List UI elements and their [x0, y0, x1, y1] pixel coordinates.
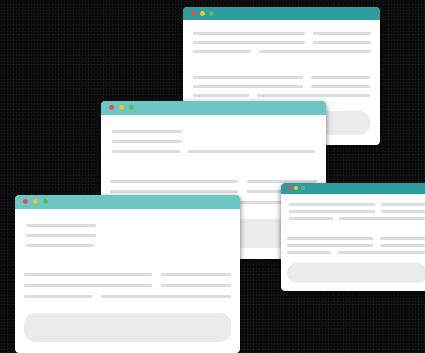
placeholder-line	[313, 41, 371, 44]
placeholder-line	[338, 251, 425, 254]
minimize-dot-icon[interactable]	[33, 199, 38, 204]
placeholder-line	[287, 251, 331, 254]
placeholder-button[interactable]	[287, 263, 425, 283]
placeholder-line	[101, 295, 231, 298]
maximize-dot-icon[interactable]	[209, 11, 214, 16]
placeholder-line	[161, 273, 231, 276]
placeholder-line	[381, 210, 425, 213]
placeholder-line	[259, 50, 371, 53]
close-dot-icon[interactable]	[23, 199, 28, 204]
placeholder-line	[193, 76, 303, 79]
minimize-dot-icon[interactable]	[200, 11, 205, 16]
placeholder-line	[287, 244, 373, 247]
placeholder-line	[380, 244, 425, 247]
placeholder-button[interactable]	[24, 313, 231, 342]
placeholder-line	[188, 150, 315, 153]
placeholder-line	[311, 85, 370, 88]
placeholder-line	[380, 237, 425, 240]
minimize-dot-icon[interactable]	[119, 105, 124, 110]
placeholder-line	[257, 94, 370, 97]
placeholder-line	[289, 210, 375, 213]
placeholder-line	[24, 273, 152, 276]
close-dot-icon[interactable]	[287, 186, 291, 190]
browser-window-right	[281, 183, 425, 291]
placeholder-line	[161, 284, 231, 287]
placeholder-line	[110, 180, 238, 183]
placeholder-line	[26, 224, 96, 227]
placeholder-line	[112, 140, 182, 143]
placeholder-line	[110, 190, 238, 193]
placeholder-line	[193, 41, 305, 44]
window-titlebar	[101, 101, 326, 115]
placeholder-line	[112, 130, 182, 133]
close-dot-icon[interactable]	[191, 11, 196, 16]
close-dot-icon[interactable]	[109, 105, 114, 110]
placeholder-line	[311, 76, 370, 79]
placeholder-line	[289, 217, 333, 220]
placeholder-line	[112, 150, 180, 153]
placeholder-line	[193, 85, 303, 88]
placeholder-line	[193, 94, 249, 97]
placeholder-line	[26, 234, 96, 237]
placeholder-line	[339, 217, 425, 220]
placeholder-line	[381, 203, 425, 206]
minimize-dot-icon[interactable]	[294, 186, 298, 190]
placeholder-line	[24, 284, 152, 287]
maximize-dot-icon[interactable]	[301, 186, 305, 190]
placeholder-line	[313, 32, 371, 35]
maximize-dot-icon[interactable]	[43, 199, 48, 204]
placeholder-line	[24, 295, 92, 298]
placeholder-line	[193, 32, 305, 35]
placeholder-line	[26, 244, 94, 247]
placeholder-line	[193, 50, 251, 53]
placeholder-line	[287, 237, 373, 240]
maximize-dot-icon[interactable]	[129, 105, 134, 110]
browser-window-front	[15, 195, 240, 353]
placeholder-line	[289, 203, 375, 206]
window-titlebar	[15, 195, 240, 209]
